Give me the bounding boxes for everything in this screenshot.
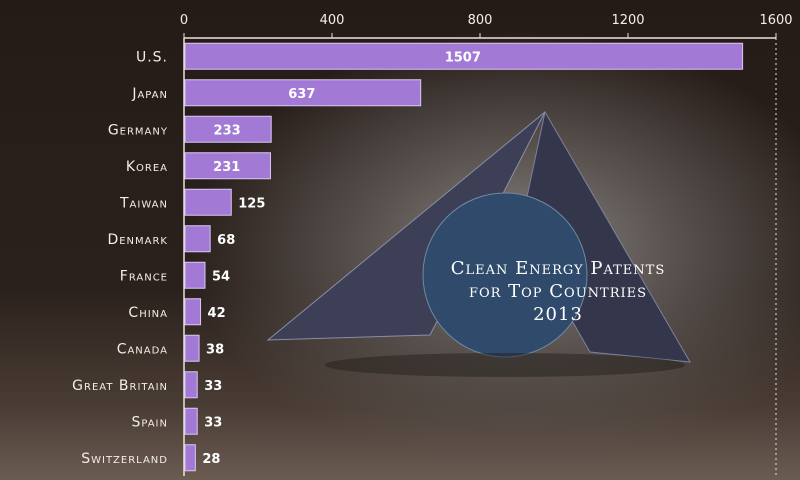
x-tick-label: 0 <box>180 13 188 28</box>
category-label: Korea <box>126 159 168 175</box>
data-label: 54 <box>212 269 230 284</box>
bar <box>184 225 211 253</box>
category-label: Switzerland <box>81 451 168 467</box>
bar <box>184 261 206 289</box>
data-label: 233 <box>214 123 241 138</box>
category-label: Japan <box>131 86 168 102</box>
bar <box>184 371 198 399</box>
bar <box>184 334 200 362</box>
category-label: U.S. <box>136 49 168 65</box>
category-label: China <box>128 305 168 321</box>
chart-stage: 0 400 800 1200 1600 U.S. 1507 Japan 637 Germany 2… <box>0 0 800 480</box>
bar-chart: 0 400 800 1200 1600 U.S. 1507 Japan 637 Germany 2… <box>72 13 793 476</box>
data-label: 33 <box>204 415 222 430</box>
data-label: 38 <box>206 342 224 357</box>
data-label: 42 <box>208 306 226 321</box>
title-line-3: 2013 <box>533 304 583 325</box>
title-line-1: Clean Energy Patents <box>451 258 666 279</box>
category-label: Canada <box>117 341 168 357</box>
category-label: Denmark <box>107 232 168 248</box>
category-label: Great Britain <box>72 378 168 394</box>
bar <box>184 444 196 472</box>
solar-panel-globe-image <box>266 110 691 377</box>
category-label: Spain <box>131 414 168 430</box>
category-label: France <box>120 268 168 284</box>
data-label: 68 <box>217 233 235 248</box>
data-label: 125 <box>238 196 265 211</box>
bar <box>184 407 198 435</box>
category-label: Taiwan <box>119 195 168 211</box>
x-tick-label: 1600 <box>759 13 792 28</box>
x-tick-label: 1200 <box>611 13 644 28</box>
data-label: 28 <box>202 452 220 467</box>
bar <box>184 188 232 216</box>
data-label: 1507 <box>445 50 481 65</box>
data-label: 637 <box>288 87 315 102</box>
category-label: Germany <box>108 122 168 138</box>
title-line-2: for Top Countries <box>469 281 647 302</box>
bar <box>184 298 202 326</box>
data-label: 231 <box>213 160 240 175</box>
x-tick-label: 400 <box>320 13 345 28</box>
data-label: 33 <box>204 379 222 394</box>
x-tick-label: 800 <box>468 13 493 28</box>
shadow-shape <box>325 353 685 377</box>
